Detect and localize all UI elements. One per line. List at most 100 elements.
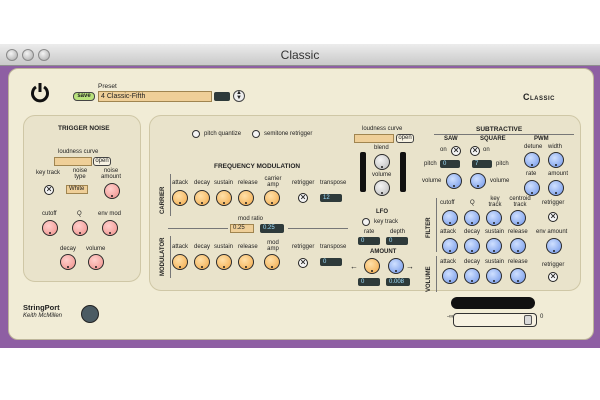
modulator-label: MODULATOR: [160, 237, 166, 276]
filter-env-amount-knob[interactable]: [546, 238, 562, 254]
filter-decay-knob[interactable]: [464, 238, 480, 254]
keith-mcmillen-logo: Keith McMillen: [23, 313, 63, 319]
mix-volume-knob[interactable]: [374, 180, 390, 196]
output-volume-thumb[interactable]: [524, 315, 532, 325]
mod-sustain-knob[interactable]: [216, 254, 232, 270]
subtractive-title: SUBTRACTIVE: [476, 126, 523, 133]
pwm-detune-knob[interactable]: [524, 152, 540, 168]
carrier-release-knob[interactable]: [238, 190, 254, 206]
tn-decay-label: decay: [60, 246, 77, 252]
filter-centroid-track-knob[interactable]: [510, 210, 526, 226]
power-icon[interactable]: [29, 81, 51, 103]
pitch-quantize-radio[interactable]: [192, 130, 200, 138]
mix-left-meter: [360, 152, 366, 192]
tn-loudness-curve-field[interactable]: [54, 157, 92, 166]
mix-volume-label: volume: [372, 172, 392, 178]
vol-sustain-knob[interactable]: [486, 268, 502, 284]
pwm-detune-label: detune: [524, 144, 543, 150]
tn-noise-type-label: noise type: [72, 168, 88, 180]
carrier-attack-knob[interactable]: [172, 190, 188, 206]
pwm-rate-knob[interactable]: [524, 180, 540, 196]
pwm-amount-label: amount: [548, 171, 569, 177]
tn-decay-knob[interactable]: [60, 254, 76, 270]
filter-release-label: release: [508, 229, 528, 235]
filter-retrigger-toggle[interactable]: ⨯: [548, 212, 558, 222]
output-meter: [451, 297, 535, 309]
mod-transpose-display[interactable]: 0: [320, 258, 342, 266]
amount-left-arrow-icon: ←: [350, 262, 358, 271]
carrier-sustain-knob[interactable]: [216, 190, 232, 206]
saw-pitch-display[interactable]: 0: [440, 160, 460, 168]
mod-transpose-label: transpose: [320, 244, 347, 250]
semitone-retrigger-radio[interactable]: [252, 130, 260, 138]
filter-release-knob[interactable]: [510, 238, 526, 254]
preset-name-field[interactable]: 4 Classic-Fifth: [98, 91, 212, 102]
mod-release-knob[interactable]: [238, 254, 254, 270]
square-volume-label: volume: [490, 178, 510, 184]
mod-retrigger-toggle[interactable]: ⨯: [298, 258, 308, 268]
tn-noise-amount-knob[interactable]: [104, 183, 120, 199]
carrier-transpose-display[interactable]: 12: [320, 194, 342, 202]
mod-amp-knob[interactable]: [264, 254, 280, 270]
tn-key-track-toggle[interactable]: ⨯: [44, 185, 54, 195]
filter-cutoff-knob[interactable]: [442, 210, 458, 226]
synth-panel: Preset save 4 Classic-Fifth ▲ ▼ Classic T…: [8, 68, 594, 340]
pwm-rate-label: rate: [526, 171, 537, 177]
mod-sustain-label: sustain: [214, 244, 234, 250]
carrier-sustain-label: sustain: [214, 180, 234, 186]
square-pitch-display[interactable]: 7: [472, 160, 492, 168]
mix-loudness-curve-field[interactable]: [354, 134, 394, 143]
semitone-retrigger-label: semitone retrigger: [264, 131, 313, 137]
tn-volume-knob[interactable]: [88, 254, 104, 270]
carrier-release-label: release: [238, 180, 258, 186]
square-volume-knob[interactable]: [470, 173, 486, 189]
tn-env-mod-knob[interactable]: [102, 220, 118, 236]
carrier-retrigger-label: retrigger: [292, 180, 315, 186]
square-title: SQUARE: [480, 136, 506, 142]
carrier-retrigger-toggle[interactable]: ⨯: [298, 193, 308, 203]
vol-attack-knob[interactable]: [442, 268, 458, 284]
mod-decay-knob[interactable]: [194, 254, 210, 270]
filter-key-track-knob[interactable]: [486, 210, 502, 226]
amount-sub-knob[interactable]: [388, 258, 404, 274]
tn-open-button[interactable]: open: [93, 157, 111, 166]
square-pitch-label: pitch: [496, 161, 509, 167]
tn-q-knob[interactable]: [72, 220, 88, 236]
carrier-decay-knob[interactable]: [194, 190, 210, 206]
amount-display-a[interactable]: 0: [358, 278, 380, 286]
preset-stepper-icon[interactable]: ▲ ▼: [233, 90, 245, 102]
vol-release-knob[interactable]: [510, 268, 526, 284]
tn-noise-type-select[interactable]: White: [66, 185, 88, 194]
amount-display-b[interactable]: 0.008: [386, 278, 410, 286]
carrier-amp-knob[interactable]: [264, 190, 280, 206]
saw-volume-knob[interactable]: [446, 173, 462, 189]
mod-ratio-line-right: [288, 228, 348, 229]
mod-ratio-label: mod ratio: [238, 216, 264, 222]
mix-open-button[interactable]: open: [396, 134, 414, 143]
vol-retrigger-toggle[interactable]: ⨯: [548, 272, 558, 282]
filter-q-knob[interactable]: [464, 210, 480, 226]
pwm-width-knob[interactable]: [548, 152, 564, 168]
mod-ratio-field-a[interactable]: 0.25: [230, 224, 254, 233]
filter-decay-label: decay: [464, 229, 481, 235]
modulator-bracket: [170, 236, 171, 278]
pwm-amount-knob[interactable]: [548, 180, 564, 196]
mod-attack-knob[interactable]: [172, 254, 188, 270]
filter-attack-knob[interactable]: [442, 238, 458, 254]
vol-decay-knob[interactable]: [464, 268, 480, 284]
filter-sustain-knob[interactable]: [486, 238, 502, 254]
amount-carrier-knob[interactable]: [364, 258, 380, 274]
lfo-key-track-radio[interactable]: [362, 218, 370, 226]
output-volume-slider[interactable]: [453, 313, 537, 327]
lfo-key-track-label: key track: [374, 219, 399, 225]
saw-pitch-label: pitch: [424, 161, 437, 167]
lfo-rate-display[interactable]: 0: [358, 237, 380, 245]
lfo-depth-display[interactable]: 0: [386, 237, 408, 245]
tn-cutoff-knob[interactable]: [42, 220, 58, 236]
saw-on-toggle[interactable]: ⨯: [451, 146, 461, 156]
pwm-title: PWM: [534, 136, 549, 142]
save-button[interactable]: save: [73, 92, 95, 101]
mod-ratio-field-b[interactable]: 0.25: [260, 224, 284, 233]
blend-knob[interactable]: [374, 154, 390, 170]
square-on-toggle[interactable]: ⨯: [470, 146, 480, 156]
